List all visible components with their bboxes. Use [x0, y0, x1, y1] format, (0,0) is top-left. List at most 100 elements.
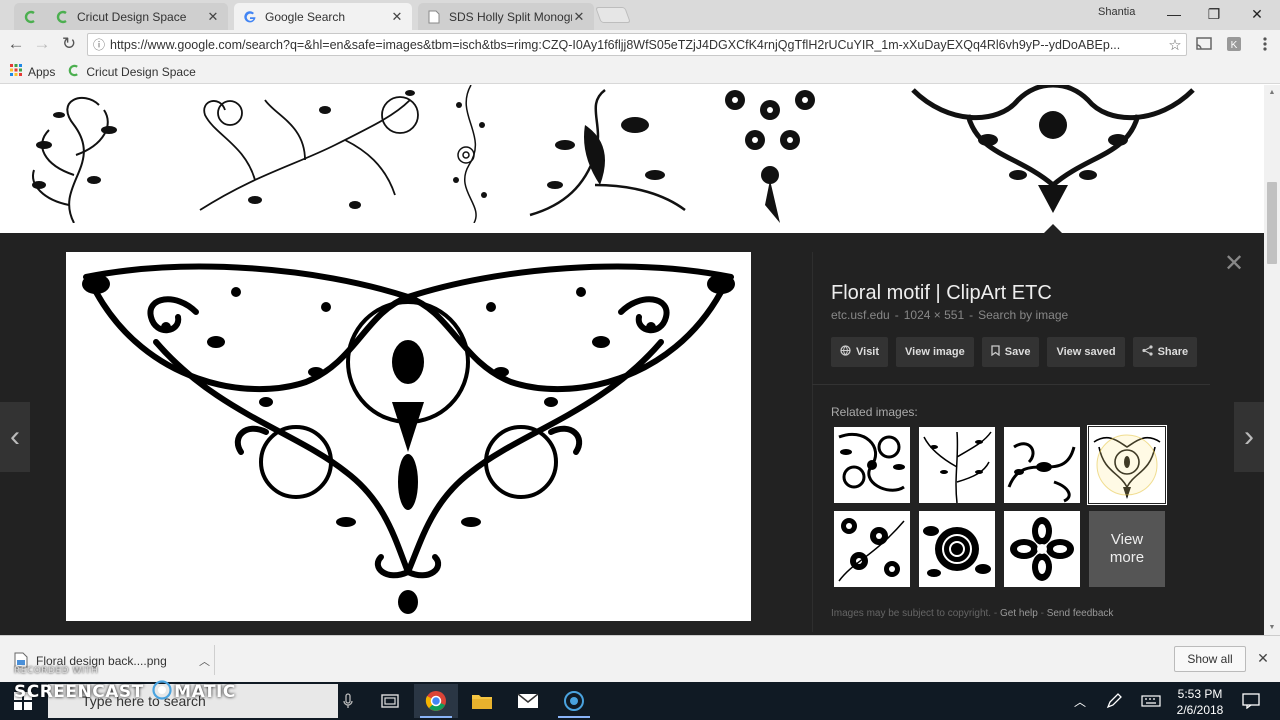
- new-tab-button[interactable]: [595, 7, 631, 23]
- chevron-up-icon[interactable]: ︿: [1070, 684, 1090, 718]
- close-preview-icon[interactable]: ✕: [1222, 252, 1246, 276]
- bookmark-label: Cricut Design Space: [86, 64, 196, 79]
- close-tab-icon[interactable]: ✕: [390, 9, 404, 25]
- tab-title: SDS Holly Split Monogra: [449, 9, 572, 24]
- share-button[interactable]: Share: [1132, 337, 1198, 367]
- result-thumbnail[interactable]: [444, 85, 499, 223]
- tab-title: Cricut Design Space: [77, 9, 187, 24]
- cricut-icon: [54, 9, 70, 25]
- share-icon: [1141, 345, 1153, 359]
- bookmark-apps[interactable]: Apps: [10, 64, 55, 79]
- preview-actions: Visit View image Save View saved Share: [831, 337, 1205, 367]
- back-arrow-icon[interactable]: ←: [5, 34, 27, 54]
- task-view-icon[interactable]: [368, 684, 412, 718]
- get-help-link[interactable]: Get help: [1000, 608, 1038, 619]
- view-more-button[interactable]: View more: [1089, 511, 1165, 587]
- svg-text:K: K: [1231, 40, 1238, 51]
- minimize-icon[interactable]: —: [1160, 4, 1188, 24]
- meta-separator: -: [969, 308, 974, 322]
- related-image-selected[interactable]: [1087, 425, 1167, 505]
- scrollbar-thumb[interactable]: [1267, 182, 1277, 264]
- extension-icon[interactable]: K: [1225, 36, 1243, 52]
- screencast-logo-icon: [152, 680, 172, 705]
- notification-icon[interactable]: [1238, 684, 1264, 718]
- address-bar[interactable]: ⓘ https://www.google.com/search?q=&hl=en…: [87, 33, 1187, 56]
- preview-image[interactable]: [66, 252, 751, 621]
- tab-sds-holly-split-monogram[interactable]: SDS Holly Split Monogra ✕: [418, 3, 594, 30]
- image-dimensions: 1024 × 551: [903, 308, 965, 322]
- watermark-brand: SCREENCAST MATIC: [14, 680, 236, 705]
- close-download-bar-icon[interactable]: ✕: [1255, 650, 1271, 668]
- forward-arrow-icon[interactable]: →: [31, 34, 53, 54]
- recorder-watermark: RECORDED WITH SCREENCAST MATIC: [14, 666, 235, 702]
- chrome-taskbar-icon[interactable]: [414, 684, 458, 718]
- related-image[interactable]: [919, 427, 995, 503]
- panel-separator: [812, 384, 1210, 385]
- mail-icon[interactable]: [506, 684, 550, 718]
- related-image[interactable]: [1004, 427, 1080, 503]
- view-saved-button[interactable]: View saved: [1047, 337, 1125, 367]
- clock-time: 5:53 PM: [1177, 687, 1223, 701]
- restore-icon[interactable]: ❐: [1200, 4, 1228, 24]
- bookmarks-bar: Apps Cricut Design Space: [0, 60, 1280, 84]
- next-image-arrow-icon[interactable]: ›: [1234, 402, 1264, 472]
- related-image[interactable]: [1004, 511, 1080, 587]
- profile-name[interactable]: Shantia: [1098, 6, 1135, 18]
- microphone-icon[interactable]: [332, 684, 364, 718]
- visit-button[interactable]: Visit: [831, 337, 889, 367]
- tab-title: Google Search: [265, 9, 346, 24]
- result-thumbnail[interactable]: [14, 85, 136, 223]
- cast-icon[interactable]: [1195, 36, 1213, 52]
- pen-workspace-icon[interactable]: [1102, 684, 1126, 718]
- footer-dash: -: [1040, 608, 1044, 619]
- screencast-app-icon[interactable]: [552, 684, 596, 718]
- keyboard-icon[interactable]: [1138, 684, 1164, 718]
- related-image[interactable]: [834, 427, 910, 503]
- taskbar-clock[interactable]: 5:53 PM 2/6/2018: [1168, 684, 1232, 718]
- send-feedback-link[interactable]: Send feedback: [1047, 608, 1114, 619]
- info-icon[interactable]: ⓘ: [88, 36, 110, 53]
- bookmark-icon: [991, 345, 1000, 359]
- tab-google-search[interactable]: Google Search ✕: [234, 3, 412, 30]
- meta-separator: -: [894, 308, 899, 322]
- scroll-up-arrow-icon[interactable]: ▲: [1264, 87, 1280, 99]
- menu-kebab-icon[interactable]: [1256, 36, 1274, 52]
- cricut-icon: [22, 9, 38, 25]
- page-scrollbar[interactable]: [1264, 85, 1280, 635]
- result-thumbnail[interactable]: [710, 85, 830, 223]
- image-results-row: [0, 85, 1264, 233]
- close-tab-icon[interactable]: ✕: [572, 9, 586, 25]
- file-explorer-icon[interactable]: [460, 684, 504, 718]
- save-button[interactable]: Save: [981, 337, 1040, 367]
- chevron-up-icon[interactable]: ︿: [199, 653, 210, 669]
- view-image-button[interactable]: View image: [896, 337, 974, 367]
- search-by-image-link[interactable]: Search by image: [978, 308, 1068, 322]
- source-domain[interactable]: etc.usf.edu: [831, 308, 890, 322]
- cricut-icon: [67, 64, 80, 80]
- copyright-note: Images may be subject to copyright.: [831, 608, 992, 619]
- result-thumbnail[interactable]: [525, 85, 690, 220]
- reload-icon[interactable]: ↻: [58, 34, 80, 54]
- url-text[interactable]: https://www.google.com/search?q=&hl=en&s…: [110, 38, 1164, 52]
- close-window-icon[interactable]: ✕: [1243, 4, 1271, 24]
- tab-cricut-design-space[interactable]: Cricut Design Space ✕: [46, 3, 228, 30]
- related-image[interactable]: [834, 511, 910, 587]
- preview-footer: Images may be subject to copyright. - Ge…: [831, 608, 1113, 619]
- previous-image-arrow-icon[interactable]: ‹: [0, 402, 30, 472]
- google-icon: [242, 9, 258, 25]
- clock-date: 2/6/2018: [1176, 703, 1224, 717]
- close-tab-icon[interactable]: ✕: [206, 9, 220, 25]
- scroll-down-arrow-icon[interactable]: ▼: [1264, 622, 1280, 634]
- preview-meta: etc.usf.edu -1024 × 551- Search by image: [831, 308, 1073, 322]
- related-image[interactable]: [919, 511, 995, 587]
- result-thumbnail[interactable]: [908, 85, 1198, 215]
- download-separator: [214, 645, 215, 675]
- show-all-downloads-button[interactable]: Show all: [1174, 646, 1246, 672]
- recorded-with-text: RECORDED WITH: [14, 666, 99, 676]
- page-icon: [426, 9, 442, 25]
- bookmark-star-icon[interactable]: ☆: [1164, 36, 1186, 54]
- result-thumbnail[interactable]: [195, 85, 420, 220]
- related-images-label: Related images:: [831, 405, 918, 419]
- preview-title[interactable]: Floral motif | ClipArt ETC: [831, 282, 1052, 305]
- bookmark-cricut-design-space[interactable]: Cricut Design Space: [67, 64, 196, 80]
